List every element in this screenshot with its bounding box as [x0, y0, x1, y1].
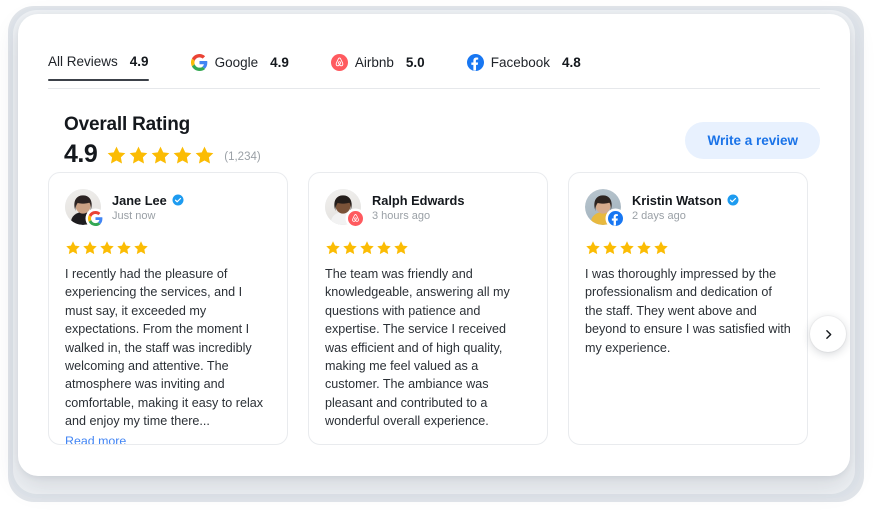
tab-label: Google [214, 55, 259, 70]
tab-score: 4.8 [562, 55, 581, 70]
star-icon [129, 146, 148, 164]
overall-star-rating [106, 145, 215, 166]
tab-score: 4.9 [270, 55, 289, 70]
tab-all-reviews[interactable]: All Reviews 4.9 [48, 54, 149, 81]
google-icon [88, 211, 103, 226]
star-icon [83, 241, 97, 255]
verified-badge-icon [172, 194, 184, 206]
reviewer-name: Ralph Edwards [372, 192, 465, 208]
star-icon [377, 241, 391, 255]
review-header: Jane Lee Just now [65, 189, 271, 227]
review-star-rating [325, 240, 531, 256]
star-icon [134, 241, 148, 255]
star-icon [107, 146, 126, 164]
review-timestamp: 2 days ago [632, 209, 686, 222]
review-text: The team was friendly and knowledgeable,… [325, 267, 510, 428]
star-icon [117, 241, 131, 255]
star-icon [195, 146, 214, 164]
review-card: Ralph Edwards 3 hours ago The team was f… [308, 172, 548, 445]
review-star-rating [65, 240, 271, 256]
tab-google[interactable]: Google 4.9 [190, 54, 289, 82]
tab-label: Airbnb [354, 55, 394, 70]
facebook-icon [608, 211, 623, 226]
reviewer-info: Ralph Edwards 3 hours ago [372, 193, 464, 222]
source-badge [347, 210, 364, 227]
google-icon [190, 54, 207, 71]
review-timestamp: Just now [112, 209, 156, 222]
review-text: I was thoroughly impressed by the profes… [585, 267, 791, 355]
review-header: Kristin Watson 2 days ago [585, 189, 791, 227]
review-card: Jane Lee Just now I recently had the ple… [48, 172, 288, 445]
avatar [65, 189, 104, 227]
read-more-link[interactable]: Read more [65, 434, 126, 444]
tab-score: 5.0 [405, 55, 425, 70]
review-card: Kristin Watson 2 days ago I was thorough… [568, 172, 808, 445]
star-icon [586, 241, 600, 255]
star-icon [151, 146, 170, 164]
review-header: Ralph Edwards 3 hours ago [325, 189, 531, 227]
page-title: Overall Rating [64, 114, 191, 135]
source-badge [607, 210, 624, 227]
reviewer-name: Jane Lee [112, 192, 167, 208]
screenshot-stage: All Reviews 4.9 Google 4.9 Airbnb 5.0 Faceb… [0, 0, 880, 512]
carousel-next-button[interactable] [810, 316, 846, 352]
overall-rating-row: 4.9 (1,234) [64, 142, 261, 167]
star-icon [100, 241, 114, 255]
reviewer-name-row: Ralph Edwards [372, 193, 464, 208]
reviewer-name-row: Kristin Watson [632, 193, 739, 208]
write-review-button[interactable]: Write a review [685, 122, 820, 159]
star-icon [173, 146, 192, 164]
airbnb-icon [330, 54, 348, 71]
review-count: (1,234) [224, 151, 261, 163]
star-icon [394, 241, 408, 255]
star-icon [343, 241, 357, 255]
verified-badge-icon [727, 194, 739, 206]
star-icon [603, 241, 617, 255]
avatar [585, 189, 624, 227]
review-text: I recently had the pleasure of experienc… [65, 267, 264, 428]
source-badge [87, 210, 104, 227]
tab-label: Facebook [490, 55, 550, 70]
reviewer-info: Kristin Watson 2 days ago [632, 193, 739, 222]
tab-facebook[interactable]: Facebook 4.8 [466, 54, 581, 82]
facebook-icon [466, 54, 484, 71]
reviewer-name: Kristin Watson [632, 192, 722, 208]
star-icon [654, 241, 668, 255]
tab-label: All Reviews [48, 54, 118, 69]
star-icon [360, 241, 374, 255]
review-timestamp: 3 hours ago [372, 209, 431, 222]
star-icon [620, 241, 634, 255]
reviewer-name-row: Jane Lee [112, 193, 184, 208]
airbnb-icon [348, 211, 363, 226]
tab-score: 4.9 [129, 54, 149, 69]
reviewer-info: Jane Lee Just now [112, 193, 184, 222]
reviews-panel: All Reviews 4.9 Google 4.9 Airbnb 5.0 Faceb… [18, 14, 850, 476]
chevron-right-icon [825, 329, 831, 339]
star-icon [637, 241, 651, 255]
avatar [325, 189, 364, 227]
star-icon [66, 241, 80, 255]
tab-airbnb[interactable]: Airbnb 5.0 [330, 54, 425, 82]
review-star-rating [585, 240, 791, 256]
review-cards-carousel: Jane Lee Just now I recently had the ple… [48, 172, 838, 462]
overall-score: 4.9 [64, 140, 98, 168]
star-icon [326, 241, 340, 255]
source-tabs: All Reviews 4.9 Google 4.9 Airbnb 5.0 Faceb… [48, 54, 820, 89]
